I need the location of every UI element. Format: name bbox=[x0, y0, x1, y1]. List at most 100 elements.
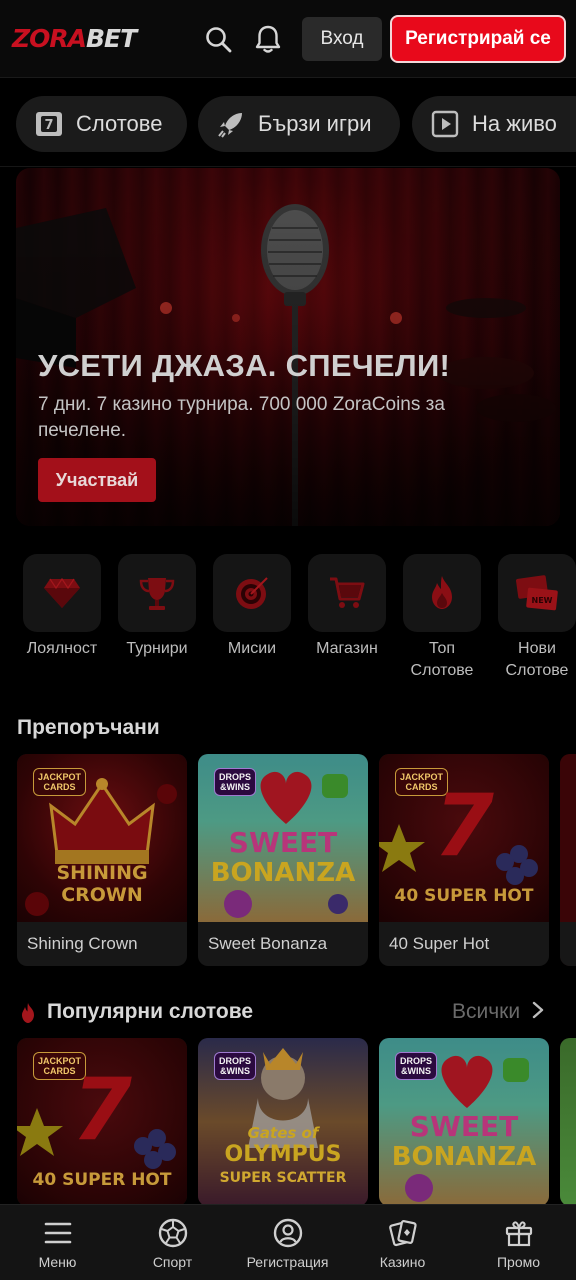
promo-banner[interactable]: УСЕТИ ДЖАЗА. СПЕЧЕЛИ! 7 дни. 7 казино ту… bbox=[16, 168, 560, 526]
game-card-partial[interactable] bbox=[560, 754, 576, 966]
game-card[interactable]: JACKPOT CARDS SHINING CROWN Shining Crown bbox=[17, 754, 187, 966]
jackpot-cards-badge: JACKPOT CARDS bbox=[33, 768, 87, 796]
game-art-title: 40 SUPER HOT bbox=[32, 1170, 172, 1190]
nav-label: Меню bbox=[38, 1254, 77, 1270]
nav-promo[interactable]: Промо bbox=[461, 1205, 576, 1280]
tab-slots-label: Слотове bbox=[76, 111, 163, 136]
quick-link-missions[interactable]: Мисии bbox=[212, 554, 292, 660]
logo-part-zora: ZORA bbox=[12, 24, 87, 53]
game-art-title: OLYMPUS bbox=[224, 1142, 342, 1167]
badge-line: JACKPOT bbox=[38, 772, 82, 782]
drops-wins-badge: DROPS &WINS bbox=[395, 1052, 438, 1080]
cart-icon bbox=[308, 554, 386, 632]
badge-line: &WINS bbox=[401, 1066, 431, 1076]
quick-link-loyalty[interactable]: Лоялност bbox=[22, 554, 102, 660]
game-art-title: 40 SUPER HOT bbox=[394, 886, 534, 906]
participate-button[interactable]: Участвай bbox=[38, 458, 156, 502]
game-art-title: SWEET bbox=[409, 1110, 519, 1143]
game-name: 40 Super Hot bbox=[389, 934, 490, 953]
nav-sport[interactable]: Спорт bbox=[115, 1205, 230, 1280]
slot-seven-icon: 7 bbox=[34, 109, 64, 139]
search-icon[interactable] bbox=[202, 22, 234, 56]
quick-link-tournaments[interactable]: Турнири bbox=[117, 554, 197, 660]
recommended-title: Препоръчани bbox=[17, 716, 160, 739]
svg-text:NEW: NEW bbox=[532, 596, 553, 605]
see-all-label: Всички bbox=[452, 1000, 521, 1023]
logo-part-bet: BET bbox=[85, 24, 137, 53]
soccer-ball-icon bbox=[156, 1216, 190, 1250]
game-card[interactable]: DROPS &WINS Gates of OLYMPUS SUPER SCATTE… bbox=[198, 1038, 368, 1204]
quick-link-shop[interactable]: Магазин bbox=[307, 554, 387, 660]
game-art-title: SWEET bbox=[228, 826, 338, 859]
game-thumbnail bbox=[560, 1038, 576, 1204]
tab-slots[interactable]: 7 Слотове bbox=[16, 96, 187, 152]
quick-link-new-slots[interactable]: NEW Нови Слотове bbox=[497, 554, 576, 682]
nav-registration[interactable]: Регистрация bbox=[230, 1205, 345, 1280]
diamond-icon bbox=[23, 554, 101, 632]
game-art-title: BONANZA bbox=[210, 858, 356, 888]
login-button[interactable]: Вход bbox=[302, 17, 382, 61]
bell-icon[interactable] bbox=[252, 22, 284, 56]
cards-icon bbox=[386, 1216, 420, 1250]
recommended-row: JACKPOT CARDS SHINING CROWN Shining Crown… bbox=[0, 754, 576, 968]
quick-link-label: Лоялност bbox=[26, 640, 98, 657]
target-icon bbox=[213, 554, 291, 632]
game-art-title: BONANZA bbox=[391, 1142, 537, 1172]
chevron-right-icon bbox=[532, 1001, 544, 1024]
divider bbox=[0, 166, 576, 167]
popular-title: Популярни слотове bbox=[47, 1000, 254, 1023]
game-name: Sweet Bonanza bbox=[208, 934, 328, 953]
game-art-title: SHINING bbox=[56, 862, 148, 884]
play-icon bbox=[430, 109, 460, 139]
top-header: ZORABET Вход Регистрирай се bbox=[0, 0, 576, 78]
category-tabs: 7 Слотове Бързи игри На живо bbox=[0, 96, 576, 152]
tab-live[interactable]: На живо bbox=[412, 96, 576, 152]
rocket-icon bbox=[216, 109, 246, 139]
bottom-navigation: Меню Спорт Регистрация Казино Промо bbox=[0, 1204, 576, 1280]
game-card[interactable]: DROPS &WINS SWEET BONANZA Sweet Bonanza bbox=[198, 754, 368, 966]
game-card[interactable]: DROPS &WINS SWEET BONANZA bbox=[379, 1038, 549, 1204]
game-thumbnail: DROPS &WINS SWEET BONANZA bbox=[379, 1038, 549, 1204]
quick-link-label: Топ Слотове bbox=[410, 640, 474, 679]
trophy-icon bbox=[118, 554, 196, 632]
banner-subtitle: 7 дни. 7 казино турнира. 700 000 ZoraCoi… bbox=[38, 394, 445, 441]
quick-link-top-slots[interactable]: Топ Слотове bbox=[402, 554, 482, 682]
tab-fast-games[interactable]: Бързи игри bbox=[198, 96, 400, 152]
quick-links: Лоялност Турнири Мисии Магазин Топ Слото… bbox=[0, 554, 576, 684]
tab-fast-games-label: Бързи игри bbox=[258, 111, 372, 136]
badge-line: &WINS bbox=[220, 1066, 250, 1076]
nav-casino[interactable]: Казино bbox=[345, 1205, 460, 1280]
quick-link-label: Турнири bbox=[126, 640, 188, 657]
badge-line: CARDS bbox=[43, 782, 76, 792]
game-thumbnail: JACKPOT CARDS 7 40 SUPER HOT bbox=[17, 1038, 187, 1204]
game-card[interactable]: JACKPOT CARDS 7 40 SUPER HOT bbox=[17, 1038, 187, 1204]
game-card[interactable]: JACKPOT CARDS 7 40 SUPER HOT 40 Super Hot bbox=[379, 754, 549, 966]
game-art-title: SUPER SCATTER bbox=[219, 1170, 347, 1186]
register-button[interactable]: Регистрирай се bbox=[390, 15, 566, 63]
game-thumbnail: DROPS &WINS Gates of OLYMPUS SUPER SCATTE… bbox=[198, 1038, 368, 1204]
popular-row: JACKPOT CARDS 7 40 SUPER HOT DROPS &WINS G… bbox=[0, 1038, 576, 1204]
game-card-partial[interactable] bbox=[560, 1038, 576, 1204]
zorabet-logo[interactable]: ZORABET bbox=[12, 24, 137, 53]
badge-line: &WINS bbox=[220, 782, 250, 792]
nav-label: Регистрация bbox=[246, 1254, 329, 1270]
flame-icon bbox=[403, 554, 481, 632]
game-art-title: 7 bbox=[434, 776, 494, 876]
nav-label: Промо bbox=[496, 1254, 541, 1270]
drops-wins-badge: DROPS &WINS bbox=[214, 768, 257, 796]
game-name bbox=[560, 922, 576, 966]
nav-menu[interactable]: Меню bbox=[0, 1205, 115, 1280]
quick-link-label: Нови Слотове bbox=[505, 640, 569, 679]
drops-wins-badge: DROPS &WINS bbox=[214, 1052, 257, 1080]
svg-text:7: 7 bbox=[44, 118, 53, 133]
quick-link-label: Мисии bbox=[227, 640, 277, 657]
hamburger-icon bbox=[41, 1216, 75, 1250]
badge-line: DROPS bbox=[219, 1056, 252, 1066]
game-thumbnail: JACKPOT CARDS 7 40 SUPER HOT bbox=[379, 754, 549, 922]
gift-icon bbox=[502, 1216, 536, 1250]
see-all-link[interactable]: Всички bbox=[452, 1000, 544, 1024]
game-art-title: 7 bbox=[72, 1060, 132, 1160]
game-thumbnail: DROPS &WINS SWEET BONANZA bbox=[198, 754, 368, 922]
flame-icon bbox=[19, 1002, 37, 1024]
nav-label: Спорт bbox=[152, 1254, 193, 1270]
